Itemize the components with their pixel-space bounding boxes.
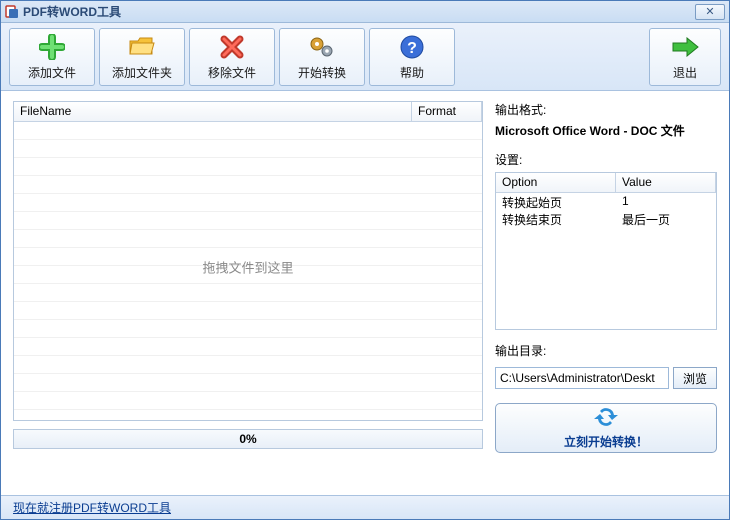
drag-placeholder: 拖拽文件到这里: [202, 258, 293, 277]
start-convert-label: 开始转换: [298, 64, 346, 81]
progress-bar: 0%: [13, 429, 483, 449]
app-window: PDF转WORD工具 ✕ 添加文件 添加文件夹: [0, 0, 730, 520]
help-icon: ?: [400, 32, 424, 62]
options-table: Option Value 转换起始页 1 转换结束页 最后一页: [495, 172, 717, 330]
remove-icon: [220, 32, 244, 62]
add-file-label: 添加文件: [28, 64, 76, 81]
output-dir-input[interactable]: [495, 367, 669, 389]
options-header: Option Value: [496, 173, 716, 193]
progress-text: 0%: [239, 432, 256, 446]
exit-button[interactable]: 退出: [649, 28, 721, 86]
convert-now-button[interactable]: 立刻开始转换！: [495, 403, 717, 453]
output-dir-row: 浏览: [495, 367, 717, 389]
settings-label: 设置:: [495, 151, 717, 168]
output-format-label: 输出格式:: [495, 101, 717, 118]
browse-button[interactable]: 浏览: [673, 367, 717, 389]
titlebar: PDF转WORD工具 ✕: [1, 1, 729, 23]
gears-icon: [308, 32, 336, 62]
app-icon: [5, 5, 19, 19]
toolbar: 添加文件 添加文件夹 移除文件: [1, 23, 729, 91]
right-pane: 输出格式: Microsoft Office Word - DOC 文件 设置:…: [495, 101, 717, 489]
register-link[interactable]: 现在就注册PDF转WORD工具: [13, 499, 171, 516]
remove-file-label: 移除文件: [208, 64, 256, 81]
plus-icon: [39, 32, 65, 62]
output-format-value: Microsoft Office Word - DOC 文件: [495, 122, 717, 139]
option-name: 转换起始页: [496, 193, 616, 210]
remove-file-button[interactable]: 移除文件: [189, 28, 275, 86]
add-file-button[interactable]: 添加文件: [9, 28, 95, 86]
file-list-rows[interactable]: 拖拽文件到这里: [14, 122, 482, 420]
table-row[interactable]: 转换结束页 最后一页: [496, 210, 716, 227]
table-row[interactable]: 转换起始页 1: [496, 193, 716, 210]
convert-now-label: 立刻开始转换！: [564, 433, 648, 450]
col-value[interactable]: Value: [616, 173, 716, 192]
close-icon: ✕: [705, 5, 714, 18]
exit-label: 退出: [673, 64, 697, 81]
add-folder-label: 添加文件夹: [112, 64, 172, 81]
exit-arrow-icon: [671, 32, 699, 62]
add-folder-button[interactable]: 添加文件夹: [99, 28, 185, 86]
col-filename[interactable]: FileName: [14, 102, 412, 121]
folder-icon: [128, 32, 156, 62]
svg-text:?: ?: [407, 40, 417, 57]
option-name: 转换结束页: [496, 210, 616, 227]
help-label: 帮助: [400, 64, 424, 81]
left-pane: FileName Format 拖拽文件到这里 0%: [13, 101, 483, 489]
content-area: FileName Format 拖拽文件到这里 0% 输出格式: Microso…: [1, 91, 729, 495]
close-button[interactable]: ✕: [695, 4, 725, 20]
option-value: 1: [616, 193, 716, 210]
col-option[interactable]: Option: [496, 173, 616, 192]
start-convert-button[interactable]: 开始转换: [279, 28, 365, 86]
file-list-table[interactable]: FileName Format 拖拽文件到这里: [13, 101, 483, 421]
window-title: PDF转WORD工具: [23, 3, 695, 20]
option-value: 最后一页: [616, 210, 716, 227]
output-dir-label: 输出目录:: [495, 342, 717, 359]
help-button[interactable]: ? 帮助: [369, 28, 455, 86]
convert-icon: [594, 406, 618, 431]
file-list-header: FileName Format: [14, 102, 482, 122]
col-format[interactable]: Format: [412, 102, 482, 121]
footer: 现在就注册PDF转WORD工具: [1, 495, 729, 519]
